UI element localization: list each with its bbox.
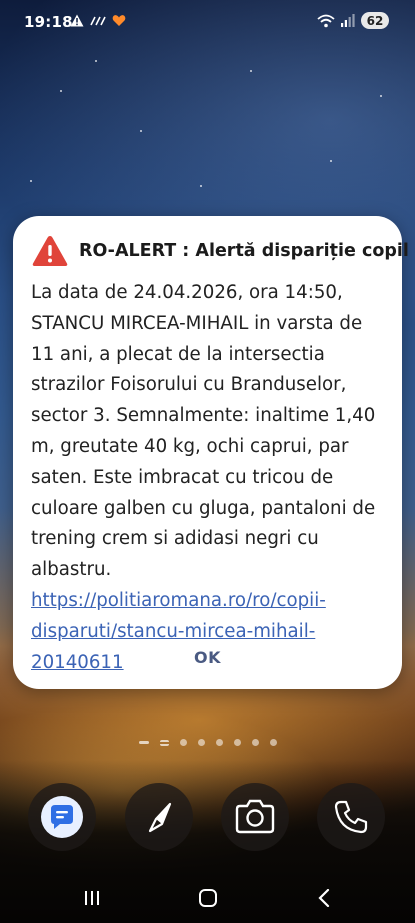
page-dot	[215, 739, 223, 746]
home-icon	[199, 889, 217, 907]
back-icon	[318, 889, 330, 907]
data-speed-icon	[90, 16, 106, 25]
alert-body-text: La data de 24.04.2026, ora 14:50, STANCU…	[31, 282, 376, 581]
alert-message: La data de 24.04.2026, ora 14:50, STANCU…	[31, 278, 391, 678]
heart-app-icon	[112, 15, 126, 26]
recents-button[interactable]	[72, 885, 112, 911]
page-indicator-dash	[138, 741, 149, 744]
page-dot	[251, 739, 259, 746]
compass-icon	[148, 802, 172, 833]
page-dot	[233, 739, 241, 746]
home-page-indicator[interactable]	[0, 739, 415, 746]
page-indicator-dash	[159, 739, 169, 746]
navigation-app[interactable]	[125, 783, 193, 851]
system-navigation-bar	[0, 873, 415, 923]
alert-title: RO-ALERT : Alertă dispariție copil	[79, 241, 409, 261]
emergency-alert-dialog: RO-ALERT : Alertă dispariție copil La da…	[13, 216, 409, 689]
status-left-icons	[70, 14, 126, 27]
messages-app[interactable]	[28, 783, 96, 851]
wifi-icon	[317, 14, 335, 27]
recents-icon	[85, 891, 99, 905]
signal-icon	[341, 14, 355, 27]
phone-app[interactable]	[317, 783, 385, 851]
app-dock	[0, 783, 415, 853]
warning-icon	[70, 14, 84, 27]
alert-header: RO-ALERT : Alertă dispariție copil	[31, 233, 409, 269]
messages-icon	[41, 796, 83, 838]
status-right-icons: 62	[317, 12, 389, 29]
page-dot	[179, 739, 187, 746]
status-bar: 19:18 62	[0, 0, 415, 44]
camera-app[interactable]	[221, 783, 289, 851]
page-dot	[269, 739, 277, 746]
page-dot	[197, 739, 205, 746]
camera-icon	[235, 799, 275, 834]
ok-button[interactable]: OK	[13, 648, 402, 667]
warning-triangle-icon	[32, 236, 68, 266]
phone-icon	[334, 800, 368, 834]
battery-level: 62	[361, 12, 389, 29]
back-button[interactable]	[304, 885, 344, 911]
home-button[interactable]	[188, 885, 228, 911]
status-time: 19:18	[24, 13, 73, 31]
